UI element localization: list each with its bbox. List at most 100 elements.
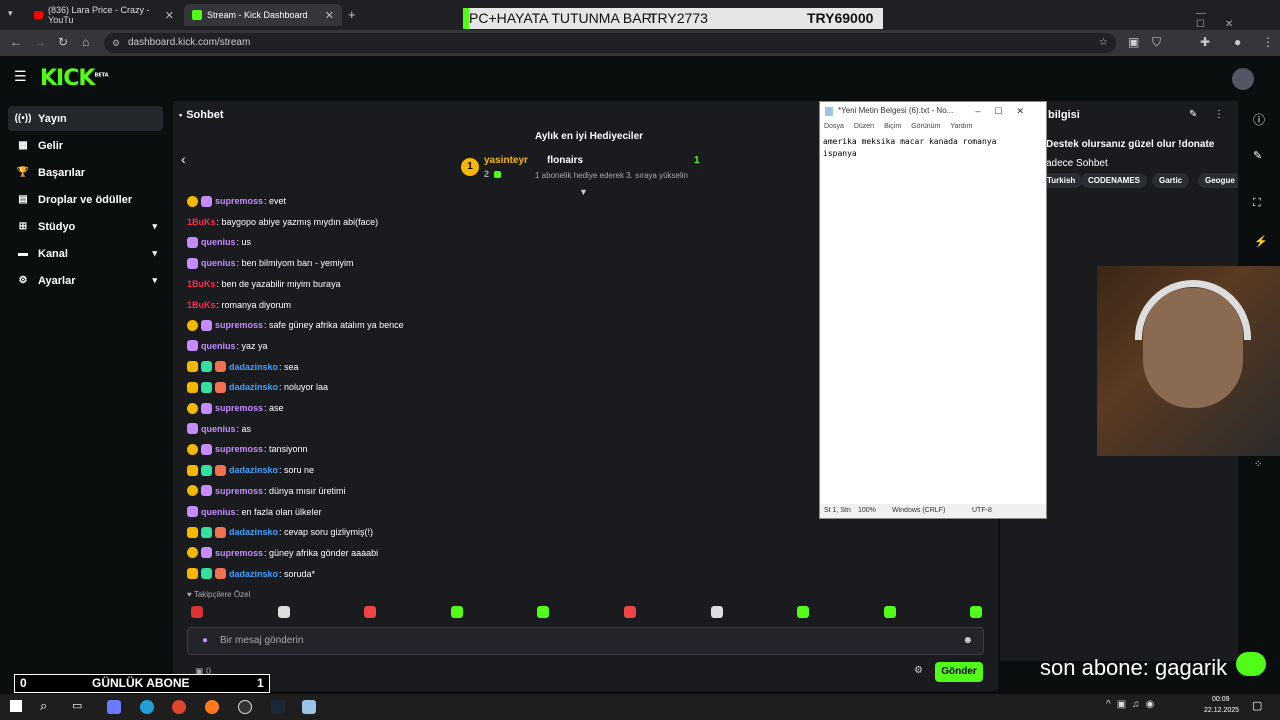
emote-icon[interactable] [710,606,723,618]
close-icon[interactable]: ✕ [165,9,174,22]
tray-icons[interactable]: ^▣♫◉ [1106,699,1160,710]
edge-icon[interactable] [140,700,154,714]
chat-username[interactable]: dadazinsko [229,382,278,392]
sidebar-item-basarilar[interactable]: 🏆 Başarılar [8,160,163,185]
chat-username[interactable]: supremoss [215,548,263,558]
chat-username[interactable]: dadazinsko [229,569,278,579]
extensions-icon[interactable]: ▣ [1128,35,1139,49]
emote-icon[interactable] [624,606,636,618]
hamburger-menu-icon[interactable]: ☰ [14,68,27,85]
url-field[interactable]: ⚙ dashboard.kick.com/stream ☆ [104,33,1116,53]
more-options-icon[interactable]: ⋮ [1214,109,1224,120]
notepad-window[interactable]: *Yeni Metin Belgesi (6).txt - No... –☐✕ … [819,101,1047,519]
home-icon[interactable]: ⌂ [82,35,89,49]
menu-bicim[interactable]: Biçim [884,123,901,130]
collapse-handle-icon[interactable]: ▼ [579,187,588,197]
sidebar-item-yayin[interactable]: ((•)) Yayın [8,106,163,131]
sidebar-item-kanal[interactable]: ▬ Kanal ▾ [8,241,163,266]
chat-username[interactable]: supremoss [215,320,263,330]
chat-username[interactable]: dadazinsko [229,527,278,537]
task-view-icon[interactable]: ▭ [72,699,82,712]
send-button[interactable]: Gönder [935,662,983,682]
steam-icon[interactable] [271,700,285,714]
emote-icon[interactable] [364,606,377,618]
edit-pencil-icon[interactable]: ✎ [1189,109,1197,120]
chat-username[interactable]: quenius [201,424,236,434]
chat-username[interactable]: supremoss [215,403,263,413]
chat-username[interactable]: quenius [201,341,236,351]
tab-kick-dashboard[interactable]: Stream - Kick Dashboard ✕ [184,4,342,26]
obs-icon[interactable] [238,700,252,714]
emoji-icon[interactable]: ☻ [962,628,973,654]
reload-icon[interactable]: ↻ [58,35,68,49]
menu-kebab-icon[interactable]: ⋮ [1262,35,1274,49]
info-icon[interactable]: ⓘ [1253,111,1265,128]
shield-icon[interactable]: ⛉ [1152,35,1161,50]
site-info-icon[interactable]: ⚙ [112,33,120,53]
puzzle-icon[interactable]: ✚ [1200,35,1210,49]
window-controls[interactable]: –☐✕ [975,102,1038,120]
sidebar-item-droplar[interactable]: ▤ Droplar ve ödüller [8,187,163,212]
sidebar-item-studyo[interactable]: ⊞ Stüdyo ▾ [8,214,163,239]
mic-icon[interactable]: ● [202,628,208,654]
notepad-taskbar-icon[interactable] [302,700,316,714]
fullscreen-icon[interactable]: ⛶ [1253,197,1261,210]
chat-username[interactable]: 1BuKs [187,217,216,227]
emote-icon[interactable] [883,606,896,618]
emote-icon[interactable] [970,606,983,618]
tab-youtube[interactable]: (836) Lara Price - Crazy - YouTu ✕ [26,4,182,26]
emote-icon[interactable] [450,606,463,618]
profile-icon[interactable]: ● [1234,35,1241,49]
sidebar-item-gelir[interactable]: ▦ Gelir [8,133,163,158]
new-tab-button[interactable]: + [348,7,356,22]
app-icon[interactable] [107,700,121,714]
emote-icon[interactable] [537,606,550,618]
drag-handle-icon[interactable]: ⁘ [1254,459,1262,470]
notepad-text-area[interactable]: amerika meksika macar kanada romanya ispa… [820,134,1046,162]
message-input[interactable]: ● Bir mesaj gönderin ☻ [187,627,984,655]
chat-username[interactable]: 1BuKs [187,300,216,310]
chat-username[interactable]: quenius [201,258,236,268]
window-controls[interactable]: —☐✕ [1196,8,1280,30]
tab-search-icon[interactable]: ▾ [8,8,13,19]
kick-logo[interactable]: KICKBETA [40,66,109,91]
gifter2-name[interactable]: flonairs [547,155,583,166]
firefox-icon[interactable] [205,700,219,714]
search-icon[interactable]: ⌕ [40,698,47,714]
chat-username[interactable]: quenius [201,237,236,247]
chat-settings-icon[interactable]: ⚙ [914,665,923,676]
emote-icon[interactable] [191,606,203,618]
menu-duzen[interactable]: Düzen [854,123,874,130]
chrome-icon[interactable] [172,700,186,714]
menu-yardim[interactable]: Yardım [950,123,972,130]
back-icon[interactable]: ← [10,35,22,49]
clock-time[interactable]: 00:09 [1212,696,1230,703]
emote-icon[interactable] [277,606,290,618]
tag-codenames[interactable]: CODENAMES [1081,173,1148,188]
close-icon[interactable]: ✕ [325,9,334,22]
emote-icon[interactable] [797,606,810,618]
tag-gartic[interactable]: Gartic [1152,173,1190,188]
bookmark-star-icon[interactable]: ☆ [1099,33,1108,53]
notification-icon[interactable]: ▢ [1252,699,1262,712]
forward-icon[interactable]: → [34,35,46,49]
notepad-title-bar[interactable]: *Yeni Metin Belgesi (6).txt - No... –☐✕ [820,102,1046,120]
menu-dosya[interactable]: Dosya [824,123,844,130]
avatar[interactable] [1232,68,1254,90]
chat-username[interactable]: 1BuKs [187,279,216,289]
edit-icon[interactable]: ✎ [1253,149,1262,162]
back-chevron-icon[interactable]: ‹ [181,151,186,167]
windows-start-icon[interactable] [10,700,22,712]
lightning-icon[interactable]: ⚡ [1254,235,1268,248]
gifter1-name[interactable]: yasinteyr [484,155,528,166]
tag-geoguessr[interactable]: Geogue [1198,173,1238,188]
sidebar-item-ayarlar[interactable]: ⚙ Ayarlar ▾ [8,268,163,293]
clock-date[interactable]: 22.12.2025 [1204,707,1239,714]
chat-username[interactable]: supremoss [215,444,263,454]
chat-username[interactable]: dadazinsko [229,465,278,475]
chat-username[interactable]: quenius [201,507,236,517]
chat-username[interactable]: dadazinsko [229,362,278,372]
chat-username[interactable]: supremoss [215,486,263,496]
chat-username[interactable]: supremoss [215,196,263,206]
menu-gorunum[interactable]: Görünüm [911,123,940,130]
